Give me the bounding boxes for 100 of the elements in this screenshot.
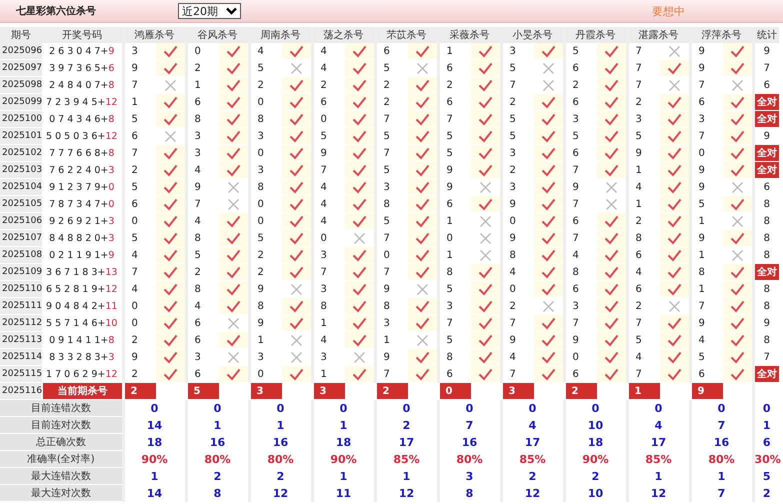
period-cell: 2025099 bbox=[0, 94, 42, 110]
stat-value: 8 bbox=[438, 484, 501, 502]
stat-value: 1 bbox=[627, 468, 690, 484]
stat-value: 0 bbox=[753, 400, 779, 416]
kill-number-badge: 3 bbox=[249, 382, 282, 400]
stat-value: 90% bbox=[123, 450, 186, 468]
period-cell: 2025113 bbox=[0, 332, 42, 348]
period-cell: 2025112 bbox=[0, 314, 42, 332]
stat-label: 目前连错次数 bbox=[0, 400, 123, 416]
stat-value: 7 bbox=[690, 484, 753, 502]
stat-value: 4 bbox=[627, 416, 690, 434]
period-cell: 2025109 bbox=[0, 264, 42, 280]
period-cell: 2025115 bbox=[0, 366, 42, 382]
stat-value: 0 bbox=[501, 400, 564, 416]
stat-cell: 全对 bbox=[753, 110, 779, 128]
stat-value: 85% bbox=[627, 450, 690, 468]
period-cell: 2025102 bbox=[0, 144, 42, 162]
stat-value: 6 bbox=[753, 434, 779, 450]
kill-number-badge: 0 bbox=[438, 382, 471, 400]
period-cell: 2025097 bbox=[0, 60, 42, 76]
stat-label: 总正确次数 bbox=[0, 434, 123, 450]
stat-value: 80% bbox=[186, 450, 249, 468]
draw-numbers: 7 6 2 2 4 0+3 bbox=[42, 162, 123, 178]
stat-value: 2 bbox=[249, 468, 312, 484]
period-cell: 2025107 bbox=[0, 230, 42, 246]
stat-label: 准确率(全对率) bbox=[0, 450, 123, 468]
stat-cell: 8 bbox=[753, 230, 779, 246]
stat-value: 18 bbox=[123, 434, 186, 450]
draw-numbers: 2 6 3 0 4 7+9 bbox=[42, 43, 123, 60]
stat-cell: 8 bbox=[753, 298, 779, 314]
draw-numbers: 7 7 7 6 6 8+8 bbox=[42, 144, 123, 162]
stat-value: 1 bbox=[312, 416, 375, 434]
stat-value: 0 bbox=[123, 400, 186, 416]
draw-numbers: 2 4 8 4 0 7+8 bbox=[42, 76, 123, 94]
period-cell: 2025106 bbox=[0, 212, 42, 230]
stat-value: 14 bbox=[123, 416, 186, 434]
period-dropdown[interactable]: 近20期 bbox=[178, 3, 241, 19]
stat-value: 30% bbox=[753, 450, 779, 468]
stat-label: 最大连错次数 bbox=[0, 468, 123, 484]
column-header: 湛露杀号 bbox=[627, 27, 690, 43]
period-cell: 2025116 bbox=[0, 382, 42, 400]
period-cell: 2025111 bbox=[0, 298, 42, 314]
stat-value: 2 bbox=[186, 468, 249, 484]
stat-label: 目前连对次数 bbox=[0, 416, 123, 434]
period-cell: 2025108 bbox=[0, 246, 42, 264]
draw-numbers: 7 8 7 3 4 7+0 bbox=[42, 196, 123, 212]
stat-cell: 8 bbox=[753, 212, 779, 230]
draw-numbers: 9 0 4 8 4 2+11 bbox=[42, 298, 123, 314]
stat-value: 4 bbox=[501, 416, 564, 434]
kill-number-badge: 2 bbox=[123, 382, 156, 400]
period-cell: 2025098 bbox=[0, 76, 42, 94]
stat-value: 7 bbox=[690, 416, 753, 434]
stat-value: 0 bbox=[690, 400, 753, 416]
stat-value: 0 bbox=[375, 400, 438, 416]
draw-numbers: 6 5 2 8 1 9+12 bbox=[42, 280, 123, 298]
stat-cell: 全对 bbox=[753, 264, 779, 280]
page-title: 七星彩第六位杀号 bbox=[16, 4, 97, 18]
stat-value: 5 bbox=[753, 468, 779, 484]
stat-value: 10 bbox=[564, 416, 627, 434]
stat-value: 0 bbox=[249, 400, 312, 416]
stat-value: 12 bbox=[375, 484, 438, 502]
stat-value: 12 bbox=[501, 484, 564, 502]
draw-numbers: 8 3 3 2 8 3+3 bbox=[42, 348, 123, 366]
kill-number-badge: 3 bbox=[501, 382, 534, 400]
stat-value: 85% bbox=[375, 450, 438, 468]
column-header: 浮萍杀号 bbox=[690, 27, 753, 43]
stat-value: 85% bbox=[501, 450, 564, 468]
stat-value: 2 bbox=[375, 416, 438, 434]
kill-number-badge: 5 bbox=[186, 382, 219, 400]
draw-numbers: 5 0 5 0 3 6+12 bbox=[42, 128, 123, 144]
period-cell: 2025105 bbox=[0, 196, 42, 212]
stat-cell: 全对 bbox=[753, 94, 779, 110]
stat-cell: 全对 bbox=[753, 366, 779, 382]
draw-numbers: 3 6 7 1 8 3+13 bbox=[42, 264, 123, 280]
stat-value: 3 bbox=[438, 468, 501, 484]
stat-value: 1 bbox=[690, 468, 753, 484]
stat-value: 18 bbox=[312, 434, 375, 450]
period-cell: 2025110 bbox=[0, 280, 42, 298]
column-header: 小旻杀号 bbox=[501, 27, 564, 43]
stat-value: 1 bbox=[123, 468, 186, 484]
stat-value: 0 bbox=[564, 400, 627, 416]
stat-value: 8 bbox=[186, 484, 249, 502]
stat-value: 16 bbox=[438, 434, 501, 450]
column-header: 周南杀号 bbox=[249, 27, 312, 43]
draw-numbers: 9 1 2 3 7 9+0 bbox=[42, 178, 123, 196]
stat-value: 16 bbox=[690, 434, 753, 450]
stat-value: 2 bbox=[501, 468, 564, 484]
stat-value: 2 bbox=[564, 468, 627, 484]
stat-value: 11 bbox=[312, 484, 375, 502]
draw-numbers: 9 2 6 9 2 1+3 bbox=[42, 212, 123, 230]
stat-cell: 9 bbox=[753, 314, 779, 332]
stat-value: 14 bbox=[123, 484, 186, 502]
stat-value: 16 bbox=[249, 434, 312, 450]
stat-label: 最大连对次数 bbox=[0, 484, 123, 502]
kill-number-badge: 3 bbox=[312, 382, 345, 400]
stat-value: 90% bbox=[564, 450, 627, 468]
period-cell: 2025114 bbox=[0, 348, 42, 366]
column-header: 丹霞杀号 bbox=[564, 27, 627, 43]
stat-cell: 全对 bbox=[753, 162, 779, 178]
period-cell: 2025104 bbox=[0, 178, 42, 196]
